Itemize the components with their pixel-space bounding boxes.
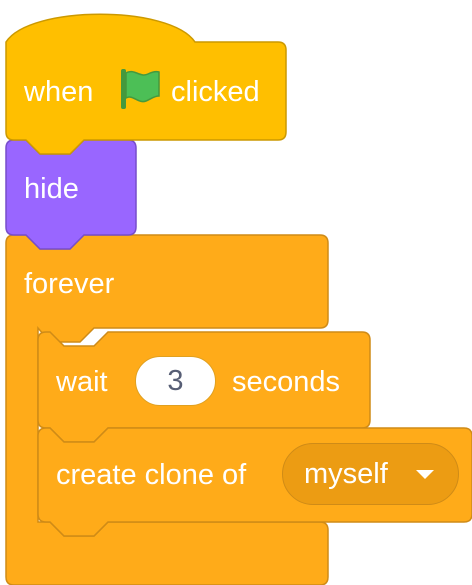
chevron-down-icon (416, 470, 434, 479)
wait-label: wait (56, 366, 108, 398)
wait-seconds-input[interactable]: 3 (135, 356, 216, 406)
seconds-label: seconds (232, 366, 341, 398)
scratch-script-area: when clicked hide forever wait 3 seconds… (0, 0, 472, 585)
forever-label: forever (24, 268, 115, 300)
when-label: when (24, 76, 94, 108)
green-flag-icon (121, 69, 160, 109)
hide-label: hide (24, 173, 79, 205)
clicked-label: clicked (171, 76, 260, 108)
clone-target-value: myself (304, 458, 388, 490)
clone-target-dropdown[interactable]: myself (282, 443, 459, 505)
create-clone-label: create clone of (56, 459, 247, 491)
